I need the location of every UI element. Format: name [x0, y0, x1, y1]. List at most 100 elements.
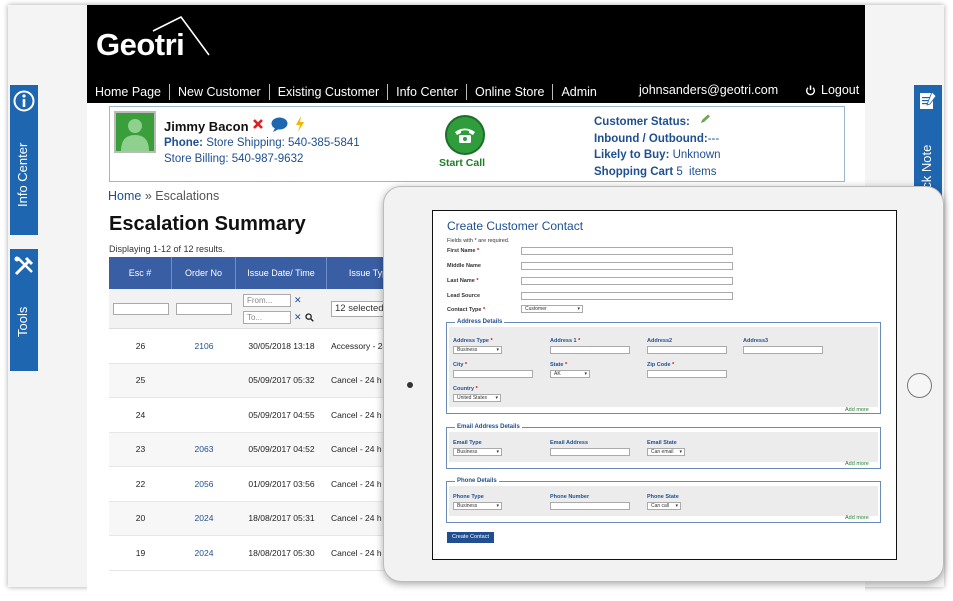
app-header: Geotri Home Page New Customer Existing C…	[87, 5, 865, 103]
address-type-select[interactable]: Business	[453, 346, 502, 354]
header-issue-date[interactable]: Issue Date/ Time	[236, 257, 327, 289]
phone-type-select[interactable]: Business	[453, 502, 502, 510]
filter-to-row: To... ✕	[243, 310, 314, 324]
cell-date: 18/08/2017 05:31	[248, 513, 315, 524]
table-row[interactable]: 19 2024 18/08/2017 05:30 Cancel - 24 h	[109, 536, 409, 571]
nav-home-page[interactable]: Home Page	[87, 84, 171, 100]
phone-add-more-link[interactable]: Add more	[845, 515, 869, 521]
logout-label: Logout	[821, 83, 860, 97]
phone-number-input[interactable]	[550, 502, 630, 510]
address2-input[interactable]	[647, 346, 727, 354]
nav-existing-customer[interactable]: Existing Customer	[270, 84, 389, 100]
cell-order-link[interactable]: 2024	[172, 513, 236, 523]
chat-icon[interactable]	[271, 117, 288, 132]
filter-to-input[interactable]: To...	[243, 310, 291, 324]
cell-esc: 24	[135, 409, 146, 420]
table-row[interactable]: 26 2106 30/05/2018 13:18 Accessory - 24	[109, 329, 409, 364]
table-row[interactable]: 23 2063 05/09/2017 04:52 Cancel - 24 h	[109, 432, 409, 467]
cell-order-link[interactable]: 2063	[172, 444, 236, 454]
user-email[interactable]: johnsanders@geotri.com	[639, 83, 778, 97]
clear-from-icon[interactable]: ✕	[294, 295, 302, 306]
address1-input[interactable]	[550, 346, 630, 354]
contact-type-select[interactable]: Customer	[521, 305, 583, 313]
address3-input[interactable]	[743, 346, 823, 354]
cell-order-link[interactable]: 2106	[172, 341, 236, 351]
form-title: Create Customer Contact	[447, 219, 584, 233]
phone-number-label: Phone Number	[550, 494, 590, 500]
country-label: Country *	[453, 386, 478, 392]
main-nav: Home Page New Customer Existing Customer…	[87, 81, 605, 103]
cell-esc: 22	[135, 478, 146, 489]
state-text: State	[550, 362, 564, 368]
table-row[interactable]: 24 05/09/2017 04:55 Cancel - 24 h	[109, 398, 409, 433]
zip-label: Zip Code *	[647, 362, 674, 368]
start-call-button[interactable]: Start Call	[439, 115, 490, 169]
cart-suffix: items	[689, 165, 717, 178]
close-icon[interactable]	[252, 118, 264, 130]
email-fieldset-body	[449, 432, 878, 462]
customer-actions	[252, 116, 305, 132]
nav-online-store[interactable]: Online Store	[467, 84, 554, 100]
edit-pencil-icon[interactable]	[699, 114, 711, 125]
table-row[interactable]: 20 2024 18/08/2017 05:31 Cancel - 24 h	[109, 501, 409, 536]
cell-date: 05/09/2017 04:52	[248, 444, 315, 455]
zip-input[interactable]	[647, 370, 727, 378]
lightning-icon[interactable]	[295, 116, 305, 132]
country-select[interactable]: United States	[453, 394, 501, 402]
customer-status-label: Customer Status:	[594, 116, 690, 128]
create-contact-button[interactable]: Create Contact	[447, 532, 494, 543]
country-text: Country	[453, 386, 475, 392]
likely-value: Unknown	[672, 149, 721, 161]
phone-icon	[455, 128, 475, 143]
required-note: Fields with * are required.	[447, 238, 510, 244]
city-input[interactable]	[453, 370, 533, 378]
logout-button[interactable]: Logout	[805, 83, 859, 97]
filter-row: From... ✕ To... ✕ 12 selected	[109, 289, 409, 329]
email-state-select[interactable]: Can email	[647, 448, 685, 456]
cell-order-link[interactable]: 2056	[172, 479, 236, 489]
inbound-label: Inbound / Outbound:	[594, 132, 708, 145]
lead-source-input[interactable]	[521, 292, 733, 300]
filter-order-input[interactable]	[176, 302, 232, 315]
nav-new-customer[interactable]: New Customer	[170, 84, 270, 100]
tablet-home-button[interactable]	[907, 373, 932, 398]
address-add-more-link[interactable]: Add more	[845, 407, 869, 413]
tools-tab[interactable]: Tools	[10, 249, 38, 371]
cart-row[interactable]: Shopping Cart 5 items	[594, 164, 721, 181]
phone-state-select[interactable]: Can call	[647, 502, 681, 510]
required-marker: *	[475, 386, 478, 392]
email-state-label: Email State	[647, 440, 677, 446]
email-type-select[interactable]: Business	[453, 448, 502, 456]
last-name-input[interactable]	[521, 277, 733, 285]
contact-type-label: Contact Type *	[447, 307, 485, 313]
email-add-more-link[interactable]: Add more	[845, 461, 869, 467]
middle-name-input[interactable]	[521, 262, 733, 270]
filter-esc-input[interactable]	[112, 302, 169, 315]
cell-order-link[interactable]: 2024	[172, 548, 236, 558]
table-row[interactable]: 22 2056 01/09/2017 03:56 Cancel - 24 h	[109, 467, 409, 502]
first-name-input[interactable]	[521, 247, 733, 255]
info-center-tab[interactable]: Info Center	[10, 85, 38, 235]
clear-to-icon[interactable]: ✕	[294, 312, 302, 323]
breadcrumb-home[interactable]: Home	[108, 189, 141, 203]
header-esc[interactable]: Esc #	[109, 257, 172, 289]
escalation-table: Esc # Order No Issue Date/ Time Issue Ty…	[109, 257, 409, 571]
address2-label: Address2	[647, 338, 673, 344]
nav-admin[interactable]: Admin	[553, 84, 604, 100]
customer-billing: Store Billing: 540-987-9632	[164, 153, 304, 165]
cart-count: 5	[676, 165, 683, 178]
cell-esc: 25	[135, 375, 146, 386]
required-marker: *	[564, 362, 568, 368]
phone-fieldset-body	[449, 486, 878, 516]
table-row[interactable]: 25 05/09/2017 05:32 Cancel - 24 h	[109, 363, 409, 398]
header-order-no[interactable]: Order No	[172, 257, 236, 289]
email-address-input[interactable]	[550, 448, 630, 456]
lead-source-label: Lead Source	[447, 293, 481, 299]
nav-info-center[interactable]: Info Center	[388, 84, 467, 100]
filter-from-input[interactable]: From...	[243, 293, 291, 307]
last-name-text: Last Name	[447, 278, 475, 284]
state-select[interactable]: AK	[550, 370, 590, 378]
address-fieldset: Address Details Address Type * Business …	[446, 319, 881, 414]
search-icon[interactable]	[304, 312, 314, 322]
middle-name-label: Middle Name	[447, 263, 481, 269]
